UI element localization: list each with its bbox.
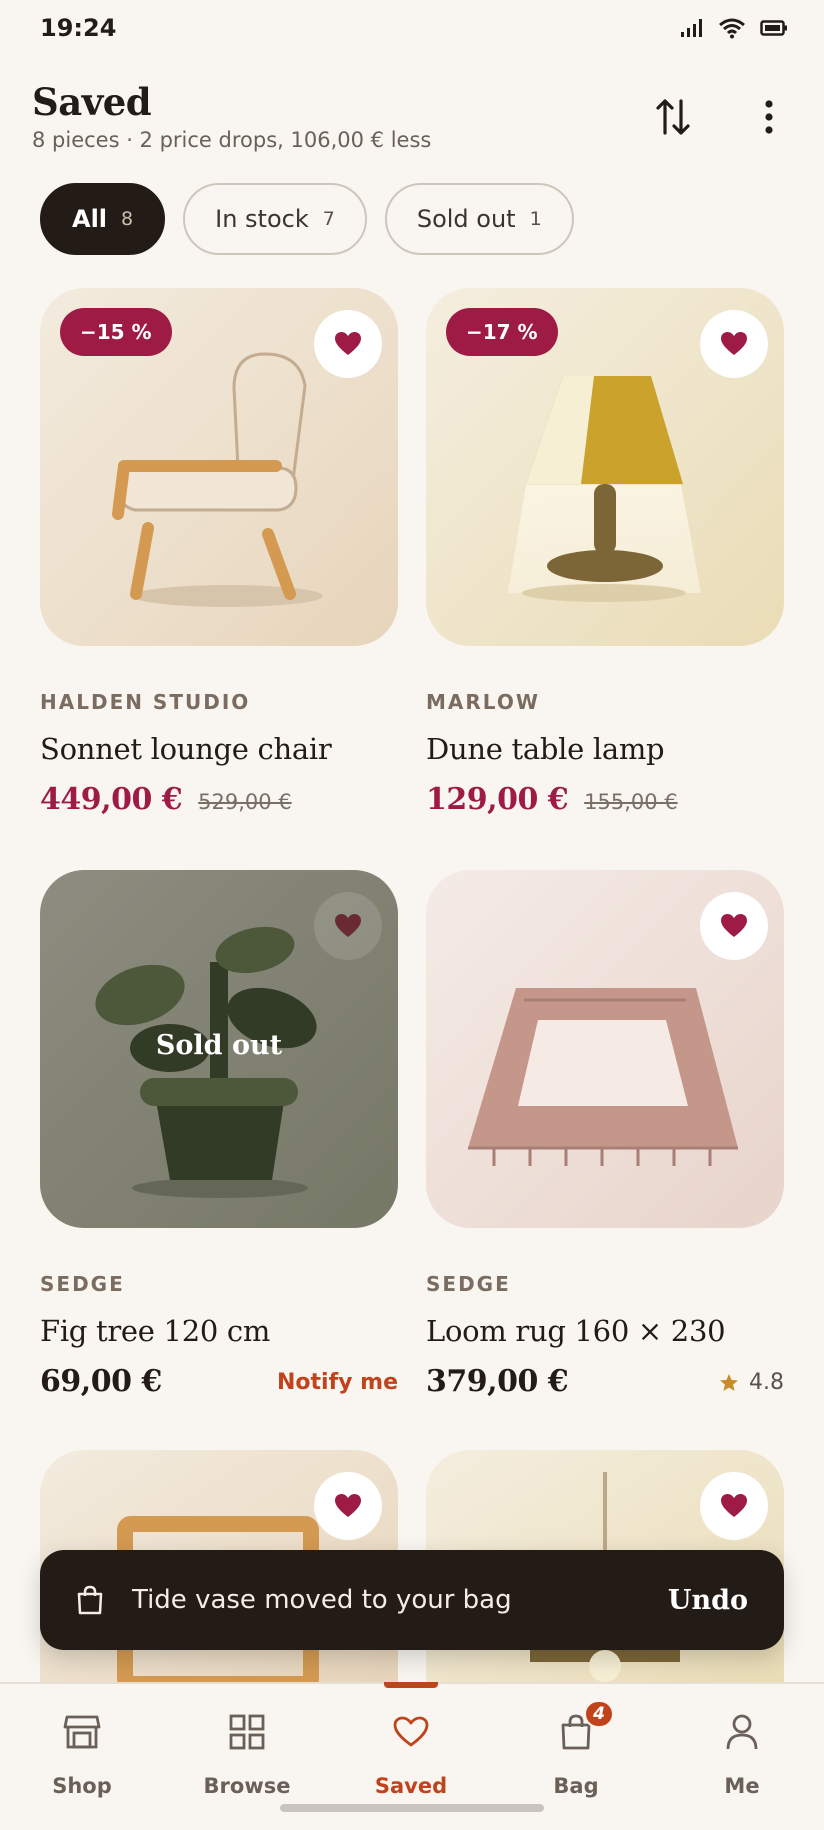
snackbar-message: Tide vase moved to your bag: [132, 1585, 512, 1615]
price: 69,00 €: [40, 1364, 162, 1399]
more-vertical-icon: [765, 100, 773, 134]
sale-price: 129,00 €: [426, 782, 569, 817]
undo-button[interactable]: Undo: [668, 1585, 748, 1616]
nav-item-shop[interactable]: Shop: [22, 1710, 142, 1798]
sale-price: 449,00 €: [40, 782, 183, 817]
page-subtitle: 8 pieces · 2 price drops, 106,00 € less: [32, 128, 432, 152]
discount-badge: −15 %: [60, 308, 172, 356]
home-indicator[interactable]: [280, 1804, 544, 1812]
heart-filled-icon: [335, 1494, 361, 1517]
rating-value: 4.8: [749, 1370, 784, 1395]
price-row: 379,00 € 4.8: [426, 1364, 784, 1404]
product-image[interactable]: −17 %: [426, 288, 784, 646]
product-brand: SEDGE: [40, 1272, 125, 1296]
chip-label: All: [72, 205, 108, 233]
sort-icon: [656, 99, 690, 135]
product-card[interactable]: −17 % MARLOW Dune table lamp 129,00 € 15…: [426, 288, 784, 822]
star-icon: [720, 1373, 738, 1391]
nav-label: Bag: [553, 1774, 599, 1798]
status-time: 19:24: [40, 14, 117, 42]
product-image[interactable]: [426, 870, 784, 1228]
battery-icon: [760, 20, 787, 36]
rating: 4.8: [719, 1370, 784, 1395]
person-icon: [726, 1714, 758, 1750]
original-price: 155,00 €: [584, 790, 678, 814]
price: 379,00 €: [426, 1364, 569, 1399]
heart-filled-icon: [721, 332, 747, 355]
shopping-bag-icon: [77, 1585, 103, 1615]
nav-label: Saved: [374, 1774, 448, 1798]
product-name[interactable]: Sonnet lounge chair: [40, 732, 398, 766]
bag-count-badge: 4: [584, 1700, 614, 1728]
wifi-icon: [719, 18, 745, 39]
product-brand: HALDEN STUDIO: [40, 690, 251, 714]
product-card[interactable]: SEDGE Loom rug 160 × 230 379,00 € 4.8: [426, 870, 784, 1404]
nav-label: Browse: [203, 1774, 291, 1798]
chip-label: In stock: [215, 205, 309, 233]
filter-chips: All 8 In stock 7 Sold out 1: [40, 183, 574, 255]
nav-item-saved[interactable]: Saved: [351, 1710, 471, 1798]
filter-chip-all[interactable]: All 8: [40, 183, 166, 255]
price-row: 69,00 € Notify me: [40, 1364, 398, 1404]
unsave-button[interactable]: [700, 310, 768, 378]
unsave-button[interactable]: [314, 1472, 382, 1540]
heart-icon: [393, 1716, 429, 1747]
nav-label: Me: [724, 1774, 760, 1798]
product-card[interactable]: −15 % HALDEN STUDIO Sonnet lounge chair …: [40, 288, 398, 822]
chip-count: 1: [529, 208, 542, 230]
heart-filled-icon: [335, 914, 361, 937]
nav-item-me[interactable]: Me: [682, 1710, 802, 1798]
product-brand: MARLOW: [426, 690, 540, 714]
price-row: 449,00 € 529,00 €: [40, 782, 398, 822]
unsave-button[interactable]: [700, 1472, 768, 1540]
status-bar: 19:24: [0, 0, 824, 56]
product-image[interactable]: Sold out: [40, 870, 398, 1228]
chip-count: 8: [121, 208, 134, 230]
nav-item-bag[interactable]: 4 Bag: [516, 1700, 636, 1798]
store-icon: [63, 1715, 101, 1749]
nav-item-browse[interactable]: Browse: [187, 1710, 307, 1798]
more-options-button[interactable]: [746, 94, 792, 140]
product-name[interactable]: Dune table lamp: [426, 732, 784, 766]
heart-filled-icon: [721, 1494, 747, 1517]
product-brand: SEDGE: [426, 1272, 511, 1296]
sort-button[interactable]: [650, 94, 696, 140]
unsave-button[interactable]: [700, 892, 768, 960]
signal-icon: [681, 19, 702, 37]
header-actions: [650, 94, 792, 140]
product-name[interactable]: Fig tree 120 cm: [40, 1314, 398, 1348]
discount-badge: −17 %: [446, 308, 558, 356]
notify-me-button[interactable]: Notify me: [277, 1370, 398, 1395]
price-row: 129,00 € 155,00 €: [426, 782, 784, 822]
sold-out-label: Sold out: [155, 1030, 283, 1061]
heart-filled-icon: [335, 332, 361, 355]
heart-filled-icon: [721, 914, 747, 937]
unsave-button[interactable]: [314, 892, 382, 960]
product-image[interactable]: −15 %: [40, 288, 398, 646]
nav-label: Shop: [52, 1774, 112, 1798]
chip-count: 7: [322, 208, 335, 230]
active-tab-indicator: [384, 1682, 438, 1688]
original-price: 529,00 €: [198, 790, 292, 814]
page-title: Saved: [32, 80, 152, 124]
filter-chip-in-stock[interactable]: In stock 7: [183, 183, 367, 255]
product-card[interactable]: Sold out SEDGE Fig tree 120 cm 69,00 € N…: [40, 870, 398, 1404]
chip-label: Sold out: [416, 205, 516, 233]
grid-icon: [229, 1714, 265, 1750]
filter-chip-sold-out[interactable]: Sold out 1: [384, 183, 574, 255]
unsave-button[interactable]: [314, 310, 382, 378]
status-icons: [680, 17, 788, 39]
snackbar: Tide vase moved to your bag Undo: [40, 1550, 784, 1650]
page-header: Saved 8 pieces · 2 price drops, 106,00 €…: [32, 76, 792, 166]
product-name[interactable]: Loom rug 160 × 230: [426, 1314, 784, 1348]
